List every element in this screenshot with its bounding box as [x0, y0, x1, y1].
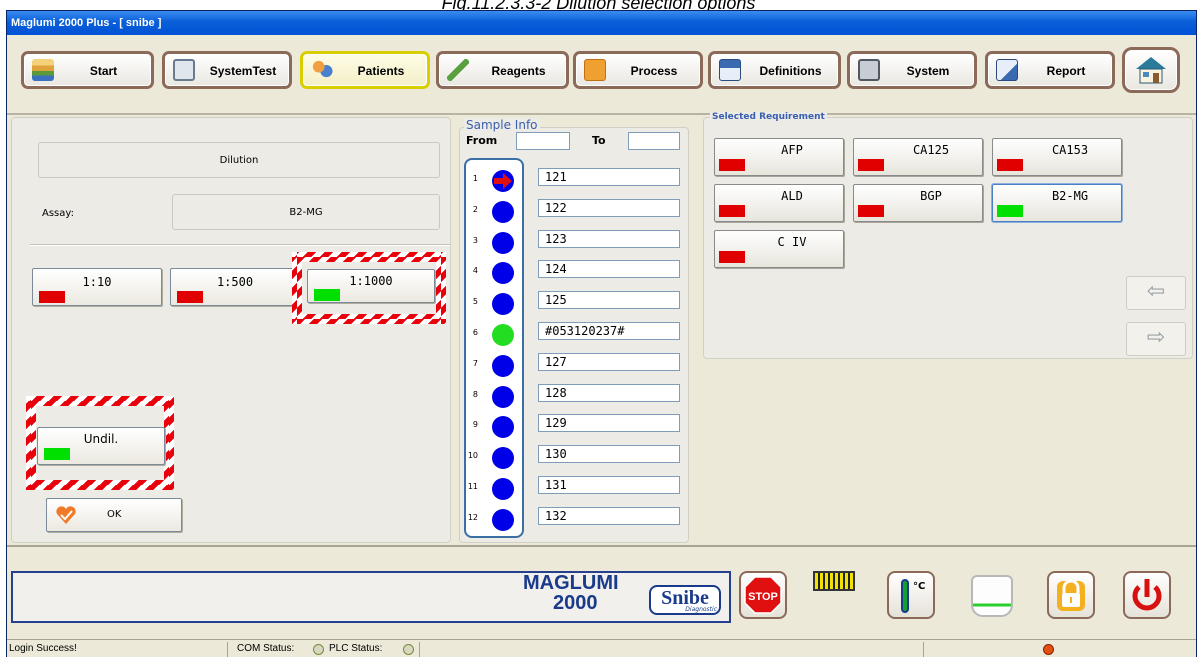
power-button[interactable]: [1123, 571, 1171, 619]
alarm-led: [1043, 644, 1054, 655]
system-icon: [858, 59, 880, 81]
temperature-button[interactable]: °C: [887, 571, 935, 619]
undil-button[interactable]: Undil.: [37, 427, 165, 465]
process-icon: [584, 59, 606, 81]
sample-id-field[interactable]: 121: [538, 168, 680, 186]
bottom-bar: MAGLUMI 2000 Snibe Diagnostic STOP °C: [7, 547, 1196, 637]
move-left-button[interactable]: ⇦: [1126, 276, 1186, 310]
dilution-title: Dilution: [38, 142, 440, 178]
status-indicator-red: [719, 159, 745, 171]
sample-id-field[interactable]: #053120237#: [538, 322, 680, 340]
login-status: Login Success!: [9, 643, 77, 654]
highlight-frame-1000: 1:1000: [292, 252, 446, 324]
sample-info-panel: Sample Info From To 1 2 3 4 5 6 7 8 9 10 11 12 121 1…: [459, 118, 689, 543]
status-indicator-red: [858, 205, 884, 217]
arrow-right-icon: ⇨: [1146, 325, 1166, 350]
ok-heart-icon: [56, 506, 76, 524]
message-box: MAGLUMI 2000 Snibe Diagnostic: [11, 571, 731, 623]
reagents-icon: [447, 59, 469, 81]
status-indicator-green: [44, 448, 70, 460]
power-icon: [1132, 579, 1162, 611]
toolbar-system-button[interactable]: System: [847, 51, 977, 89]
toolbar-report-button[interactable]: Report: [985, 51, 1115, 89]
arrow-left-icon: ⇦: [1146, 279, 1166, 304]
sample-id-field[interactable]: 130: [538, 445, 680, 464]
definitions-icon: [719, 59, 741, 81]
requirement-button[interactable]: CA125: [853, 138, 983, 176]
sample-id-field[interactable]: 122: [538, 198, 680, 217]
status-indicator-red: [719, 251, 745, 263]
maglumi-logo: MAGLUMI 2000: [523, 572, 619, 614]
lock-icon: [1057, 579, 1085, 611]
sample-id-field[interactable]: 123: [538, 229, 680, 248]
sample-id-field[interactable]: 127: [538, 352, 680, 371]
sample-id-field[interactable]: 129: [538, 414, 680, 433]
dilution-1-500-button[interactable]: 1:500: [170, 268, 300, 306]
toolbar-reagents-button[interactable]: Reagents: [436, 51, 569, 89]
svg-text:STOP: STOP: [748, 591, 778, 603]
main-toolbar: Start SystemTest Patients Reagents Proce…: [7, 35, 1196, 115]
toolbar-systemtest-button[interactable]: SystemTest: [162, 51, 292, 89]
requirement-button[interactable]: CA153: [992, 138, 1122, 176]
highlight-frame-undil: Undil.: [26, 396, 174, 490]
plc-status-label: PLC Status:: [329, 643, 383, 654]
rack-grid-icon: [813, 571, 855, 591]
title-bar: Maglumi 2000 Plus - [ snibe ]: [7, 11, 1196, 35]
patients-icon: [311, 59, 333, 81]
report-icon: [996, 59, 1018, 81]
snibe-logo: Snibe Diagnostic: [649, 585, 721, 615]
lock-button[interactable]: [1047, 571, 1095, 619]
status-indicator-green: [314, 289, 340, 301]
dilution-1-10-button[interactable]: 1:10: [32, 268, 162, 306]
stop-button[interactable]: STOP: [739, 571, 787, 619]
requirement-button[interactable]: BGP: [853, 184, 983, 222]
start-icon: [32, 59, 54, 81]
assay-label: Assay:: [42, 208, 74, 219]
assay-value: B2-MG: [172, 194, 440, 230]
status-indicator-red: [39, 291, 65, 303]
home-icon: [1136, 57, 1166, 84]
status-indicator-red: [858, 159, 884, 171]
sample-id-field[interactable]: 124: [538, 260, 680, 279]
stop-sign-icon: STOP: [744, 576, 782, 614]
com-status-label: COM Status:: [237, 643, 295, 654]
toolbar-definitions-button[interactable]: Definitions: [708, 51, 841, 89]
ok-button[interactable]: OK: [46, 498, 182, 532]
requirement-button[interactable]: C IV: [714, 230, 844, 268]
plc-status-led: [403, 644, 414, 655]
app-window: Maglumi 2000 Plus - [ snibe ] Start Syst…: [6, 10, 1197, 657]
requirement-button[interactable]: AFP: [714, 138, 844, 176]
dilution-1-1000-button[interactable]: 1:1000: [307, 269, 435, 303]
status-indicator-red: [719, 205, 745, 217]
home-button[interactable]: [1122, 47, 1180, 93]
sample-id-field[interactable]: 131: [538, 476, 680, 494]
toolbar-start-button[interactable]: Start: [21, 51, 154, 89]
thermometer-icon: [901, 579, 909, 613]
toolbar-process-button[interactable]: Process: [573, 51, 703, 89]
requirement-button[interactable]: B2-MG: [992, 184, 1122, 222]
requirement-button[interactable]: ALD: [714, 184, 844, 222]
system-test-icon: [173, 59, 195, 81]
divider: [30, 244, 450, 246]
toolbar-patients-button[interactable]: Patients: [300, 51, 430, 89]
sample-id-field[interactable]: 132: [538, 506, 680, 525]
sample-id-field[interactable]: 125: [538, 291, 680, 310]
status-indicator-green: [997, 205, 1023, 217]
selected-requirement-panel: Selected Requirement AFP CA125 CA153 ALD BGP…: [703, 112, 1193, 359]
status-bar: Login Success! COM Status: PLC Status:: [7, 639, 1196, 657]
sample-id-field[interactable]: 128: [538, 383, 680, 402]
cup-icon: [971, 575, 1013, 617]
cup-button[interactable]: [969, 571, 1017, 619]
com-status-led: [313, 644, 324, 655]
dilution-panel: Dilution Assay: B2-MG 1:10 1:500 1:1000 …: [11, 117, 451, 543]
move-right-button[interactable]: ⇨: [1126, 322, 1186, 356]
status-indicator-red: [177, 291, 203, 303]
rack-grid-button[interactable]: [813, 561, 861, 607]
status-indicator-red: [997, 159, 1023, 171]
